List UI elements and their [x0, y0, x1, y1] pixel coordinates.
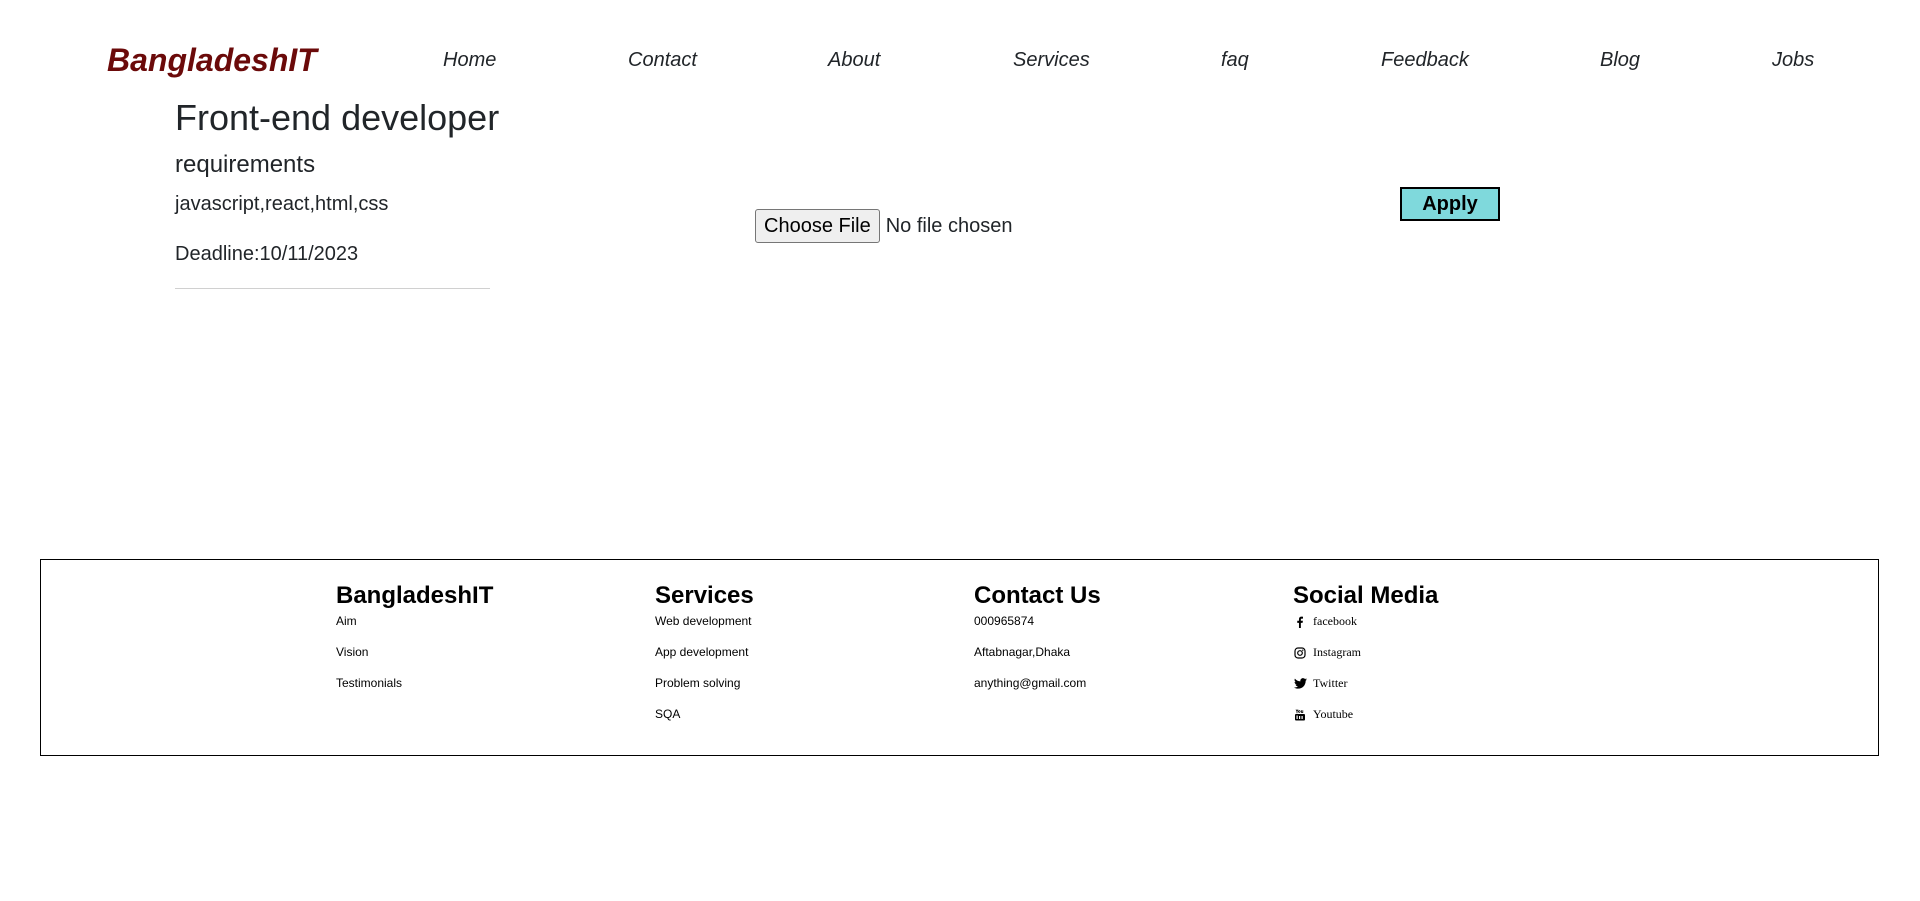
brand-logo-link[interactable]: BangladeshIT — [107, 40, 317, 80]
footer: BangladeshIT Aim Vision Testimonials Ser… — [40, 559, 1879, 756]
footer-services-heading: Services — [655, 582, 754, 609]
social-label-youtube: Youtube — [1313, 707, 1354, 721]
instagram-icon — [1293, 646, 1307, 660]
nav-contact[interactable]: Contact — [628, 47, 697, 73]
apply-button[interactable]: Apply — [1400, 187, 1500, 221]
footer-services-column: Services Web development App development… — [655, 582, 754, 738]
footer-link-vision[interactable]: Vision — [336, 645, 493, 660]
social-label-twitter: Twitter — [1313, 676, 1348, 690]
footer-contact-column: Contact Us 000965874 Aftabnagar,Dhaka an… — [974, 582, 1101, 707]
job-title: Front-end developer — [175, 97, 500, 138]
nav-jobs[interactable]: Jobs — [1772, 47, 1814, 73]
youtube-icon — [1293, 708, 1307, 722]
job-divider — [175, 288, 490, 289]
job-deadline: Deadline:10/11/2023 — [175, 242, 358, 266]
contact-phone: 000965874 — [974, 614, 1035, 628]
footer-link-sqa[interactable]: SQA — [655, 707, 754, 722]
social-link-youtube[interactable]: Youtube — [1293, 707, 1438, 722]
file-status-text: No file chosen — [885, 214, 1013, 237]
nav-services[interactable]: Services — [1013, 47, 1090, 73]
facebook-icon — [1293, 615, 1307, 629]
contact-email[interactable]: anything@gmail.com — [974, 676, 1101, 691]
footer-link-problem-solving[interactable]: Problem solving — [655, 676, 754, 691]
footer-about-column: BangladeshIT Aim Vision Testimonials — [336, 582, 493, 707]
social-link-twitter[interactable]: Twitter — [1293, 676, 1438, 691]
footer-social-heading: Social Media — [1293, 582, 1439, 609]
social-label-facebook: facebook — [1313, 614, 1357, 628]
footer-link-app-development[interactable]: App development — [655, 645, 754, 660]
nav-home[interactable]: Home — [443, 47, 496, 73]
footer-contact-heading: Contact Us — [974, 582, 1101, 609]
social-link-facebook[interactable]: facebook — [1293, 614, 1438, 629]
job-skills: javascript,react,html,css — [175, 193, 389, 215]
deadline-label: Deadline: — [175, 243, 260, 265]
twitter-icon — [1293, 677, 1307, 691]
footer-link-web-development[interactable]: Web development — [655, 614, 754, 629]
social-label-instagram: Instagram — [1313, 645, 1361, 659]
resume-file-input[interactable]: Choose File No file chosen — [755, 209, 1012, 243]
choose-file-button[interactable]: Choose File — [755, 209, 880, 243]
nav-feedback[interactable]: Feedback — [1381, 47, 1469, 73]
deadline-value: 10/11/2023 — [259, 243, 359, 265]
nav-blog[interactable]: Blog — [1600, 47, 1640, 73]
social-link-instagram[interactable]: Instagram — [1293, 645, 1438, 660]
footer-social-column: Social Media facebook Instagram Twitter — [1293, 582, 1438, 738]
nav-about[interactable]: About — [828, 47, 880, 73]
nav-faq[interactable]: faq — [1221, 47, 1249, 73]
footer-link-testimonials[interactable]: Testimonials — [336, 676, 493, 691]
footer-link-aim[interactable]: Aim — [336, 614, 493, 629]
page: BangladeshIT Home Contact About Services… — [0, 0, 1920, 901]
requirements-heading: requirements — [175, 151, 316, 178]
footer-about-heading: BangladeshIT — [336, 582, 494, 609]
contact-address: Aftabnagar,Dhaka — [974, 645, 1071, 659]
